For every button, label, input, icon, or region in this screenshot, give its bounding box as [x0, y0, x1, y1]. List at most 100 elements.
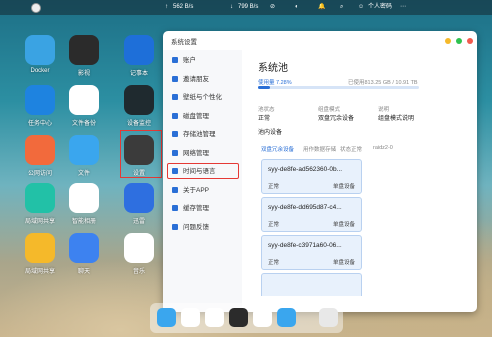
- settings-sidebar: 账户 邀请朋友 壁纸与个性化 磁盘管理 存储池管理 网络管理 时间与语言 关于APP 缓存管理问…: [163, 50, 242, 312]
- wallpaper-icon: [172, 94, 178, 101]
- sidebar-item-label: 壁纸与个性化: [183, 94, 222, 101]
- filter-status[interactable]: 状态正常: [340, 145, 362, 153]
- device-card[interactable]: syy-de8fe-ad562360-0b... 正常 单盘设备: [261, 159, 362, 194]
- system-settings-window: 系统设置 账户 邀请朋友 壁纸与个性化 磁盘管理 存储池管理 网络管理 时间与语言 关于APP…: [163, 31, 477, 312]
- share-icon: [172, 75, 178, 82]
- desktop-app-label: 局域网共享: [24, 219, 55, 225]
- pool-mode-value: 双盘冗余设备: [318, 116, 355, 122]
- blocked-icon[interactable]: ⊘: [270, 3, 275, 12]
- sidebar-item[interactable]: 邀请朋友: [172, 75, 209, 85]
- user-icon[interactable]: ☺: [358, 3, 364, 12]
- nas-logo-icon[interactable]: [31, 3, 41, 13]
- desktop-app-label: 智能相册: [71, 219, 96, 225]
- desktop-app-label: 记事本: [129, 71, 148, 77]
- desktop-app[interactable]: Docker: [18, 35, 62, 74]
- sidebar-item-label: 问题反馈: [183, 223, 209, 231]
- pool-usage-bar: [258, 86, 419, 89]
- more-icon[interactable]: ⋯: [400, 3, 406, 12]
- pool-status-value: 正常: [258, 116, 271, 122]
- public-access-icon: [25, 135, 55, 165]
- desktop-app-label: 任务中心: [27, 121, 52, 127]
- pool-used-label: 使用量 7.28%: [258, 80, 292, 86]
- filter-data[interactable]: 用作数据存储: [303, 145, 336, 153]
- pool-usage-fill: [258, 86, 270, 89]
- settings-dock-icon[interactable]: [319, 308, 338, 327]
- desktop-app[interactable]: 文件: [62, 135, 106, 177]
- docker-icon: [25, 35, 55, 65]
- sidebar-item-label: 存储池管理: [183, 131, 216, 138]
- filter-redundant[interactable]: 双盘冗余设备: [261, 145, 294, 153]
- clapper-icon: [69, 35, 99, 65]
- brightness-icon[interactable]: ◐: [295, 3, 299, 12]
- download-speed: 799 B/s: [238, 4, 259, 10]
- desktop-app-label: 迅雷: [132, 219, 145, 225]
- desktop-app-label: 设备监控: [126, 121, 151, 127]
- desktop-app[interactable]: 任务中心: [18, 85, 62, 127]
- desktop-app[interactable]: 迅雷: [117, 183, 161, 225]
- photos-dock-icon[interactable]: [181, 308, 200, 327]
- device-status: 正常: [268, 184, 280, 190]
- sidebar-item[interactable]: 存储池管理: [172, 130, 216, 140]
- storage-pool-highlight: [167, 163, 239, 179]
- pool-mode-label: 组盘模式: [318, 107, 341, 113]
- search-icon[interactable]: ⌕: [340, 3, 343, 12]
- desktop-app-label: 文件: [77, 171, 90, 177]
- folder-dock-icon[interactable]: [277, 308, 296, 327]
- notepad-icon: [124, 35, 154, 65]
- desktop-app-label: 公网访问: [27, 171, 52, 177]
- window-max-button[interactable]: [456, 38, 462, 44]
- device-name: syy-de8fe-ad562360-0b...: [268, 166, 343, 173]
- desktop-app[interactable]: 记事本: [117, 35, 161, 77]
- lan-folder-icon: [25, 233, 55, 263]
- desktop-app[interactable]: 文件备份: [62, 85, 106, 127]
- desktop-app[interactable]: 局域网共享: [18, 233, 62, 275]
- sidebar-item[interactable]: 关于APP: [172, 186, 209, 196]
- device-card-partial[interactable]: [261, 273, 362, 296]
- device-type: 单盘设备: [332, 260, 355, 266]
- sidebar-item[interactable]: 网络管理: [172, 149, 209, 159]
- annotation-highlight: [120, 130, 162, 178]
- upload-arrow-icon: ↑: [165, 4, 168, 10]
- desktop-app[interactable]: 聊天: [62, 233, 106, 275]
- desktop-app[interactable]: 公网访问: [18, 135, 62, 177]
- sidebar-item[interactable]: 壁纸与个性化: [172, 93, 222, 103]
- desktop-app[interactable]: 设备监控: [117, 85, 161, 127]
- device-type: 单盘设备: [332, 222, 355, 228]
- filter-raid[interactable]: raidz2-0: [373, 145, 393, 151]
- desktop-app[interactable]: 局域网共享: [18, 183, 62, 225]
- desktop-app-label: 文件备份: [71, 121, 96, 127]
- device-type: 单盘设备: [332, 184, 355, 190]
- device-name: syy-de8fe-c3971a60-06...: [268, 242, 342, 249]
- files-dock-icon[interactable]: [157, 308, 176, 327]
- upload-speed: 562 B/s: [173, 4, 194, 10]
- desktop-app[interactable]: 智能相册: [62, 183, 106, 225]
- sidebar-item[interactable]: 账户: [172, 56, 196, 66]
- device-card[interactable]: syy-de8fe-c3971a60-06... 正常 单盘设备: [261, 235, 362, 270]
- sidebar-item[interactable]: 缓存管理: [172, 204, 209, 214]
- video-dock-icon[interactable]: [229, 308, 248, 327]
- pool-desc-value: 组盘模式说明: [378, 116, 415, 122]
- sidebar-item[interactable]: 磁盘管理: [172, 112, 209, 122]
- desktop-app[interactable]: 音乐: [117, 233, 161, 275]
- window-min-button[interactable]: [445, 38, 451, 44]
- username[interactable]: 个人密码: [368, 3, 392, 12]
- task-icon: [25, 85, 55, 115]
- window-close-button[interactable]: [467, 38, 473, 44]
- album-dock-icon[interactable]: [253, 308, 272, 327]
- sidebar-item[interactable]: 问题反馈: [172, 223, 209, 233]
- feedback-icon: [172, 223, 178, 230]
- disk-icon: [172, 112, 178, 119]
- monitor-icon: [124, 85, 154, 115]
- pool-devices-label: 池内设备: [258, 130, 283, 136]
- sidebar-item-label: 网络管理: [183, 149, 209, 157]
- music-dock-icon[interactable]: [205, 308, 224, 327]
- cache-icon: [172, 205, 178, 212]
- sidebar-item-label: 磁盘管理: [183, 112, 209, 120]
- storage-pool-icon: [172, 131, 178, 138]
- desktop-app[interactable]: 影视: [62, 35, 106, 77]
- photos-icon: [69, 183, 99, 213]
- device-card[interactable]: syy-de8fe-dd695d87-c4... 正常 单盘设备: [261, 197, 362, 232]
- sidebar-item-label: 账户: [183, 57, 196, 64]
- dock: [150, 303, 343, 333]
- bell-icon[interactable]: 🔔: [318, 3, 325, 12]
